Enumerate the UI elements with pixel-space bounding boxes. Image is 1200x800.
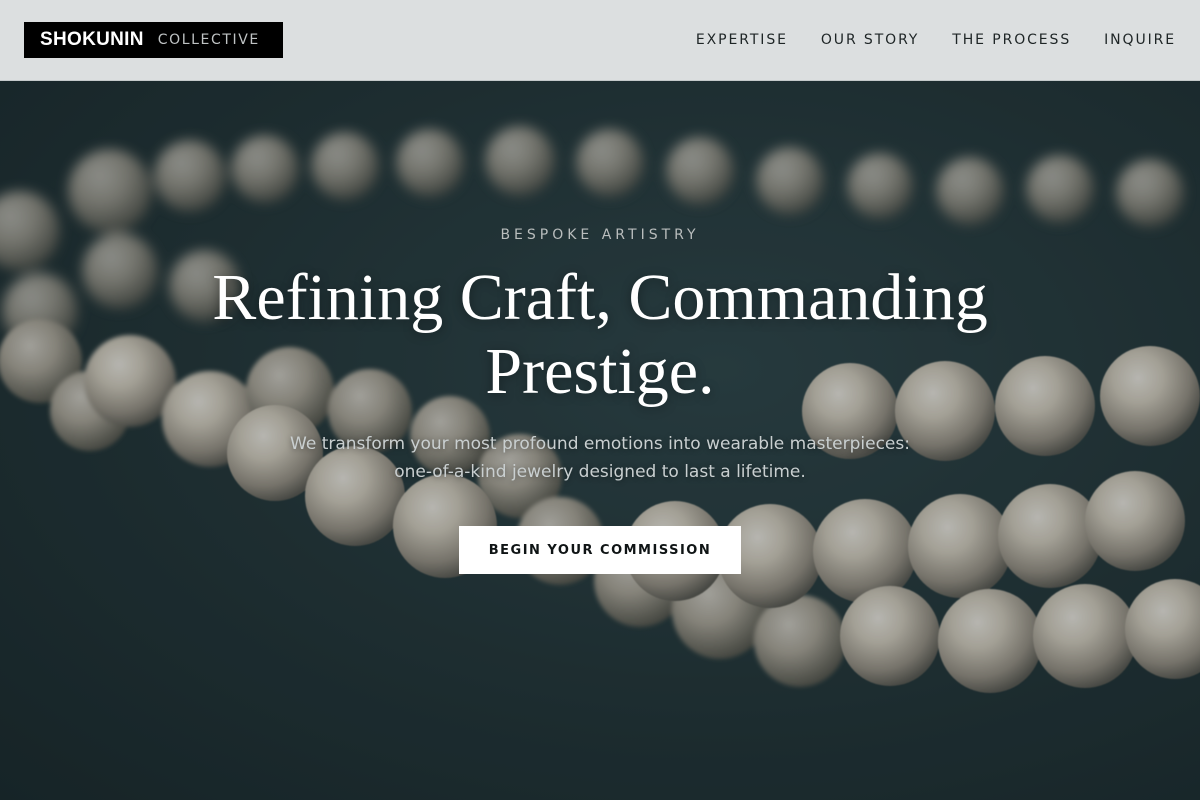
hero-headline-line-1: Refining Craft, Commanding (212, 261, 988, 334)
hero-eyebrow: BESPOKE ARTISTRY (500, 227, 700, 243)
nav-link-expertise[interactable]: EXPERTISE (696, 32, 788, 48)
brand-name: SHOKUNIN (40, 29, 144, 50)
brand-tagline: COLLECTIVE (157, 32, 260, 48)
brand-logo[interactable]: SHOKUNIN COLLECTIVE (24, 22, 283, 58)
main-nav: EXPERTISE OUR STORY THE PROCESS INQUIRE (696, 0, 1176, 80)
nav-link-inquire[interactable]: INQUIRE (1104, 32, 1176, 48)
hero-section: BESPOKE ARTISTRY Refining Craft, Command… (0, 81, 1200, 800)
nav-link-the-process[interactable]: THE PROCESS (952, 32, 1071, 48)
hero-headline-line-2: Prestige. (485, 335, 715, 408)
begin-commission-button[interactable]: BEGIN YOUR COMMISSION (459, 526, 741, 574)
nav-link-our-story[interactable]: OUR STORY (821, 32, 919, 48)
hero-subtext-line-1: We transform your most profound emotions… (290, 434, 910, 454)
hero-subtext-line-2: one-of-a-kind jewelry designed to last a… (394, 462, 806, 482)
site-header: SHOKUNIN COLLECTIVE EXPERTISE OUR STORY … (0, 0, 1200, 81)
hero-headline: Refining Craft, Commanding Prestige. (150, 261, 1050, 409)
hero-subtext: We transform your most profound emotions… (250, 430, 950, 486)
